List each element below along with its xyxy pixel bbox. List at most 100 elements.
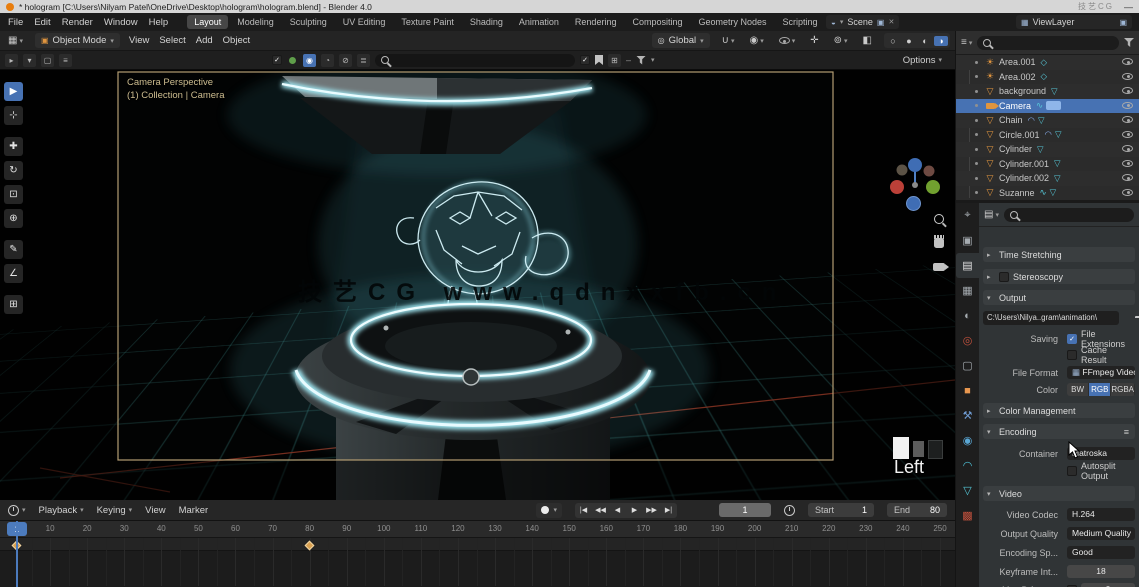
proportional-editing-toggle[interactable]: ◉▾ [746, 33, 766, 48]
timeline-ruler[interactable]: 1 10203040506070809010011012013014015016… [0, 521, 955, 538]
mode-selector[interactable]: ▣ Object Mode ▾ [35, 33, 120, 48]
outliner-row-camera[interactable]: Camera∿ [956, 99, 1139, 114]
menu-window[interactable]: Window [104, 17, 138, 28]
tool-scale[interactable]: ⊡ [4, 185, 23, 204]
viewport-menu-object[interactable]: Object [223, 35, 250, 46]
minus-icon[interactable]: – [626, 55, 631, 65]
editor-type-button[interactable]: ▦▾ [5, 33, 26, 48]
video-codec-dropdown[interactable]: H.264 [1067, 508, 1135, 521]
scene-selector[interactable]: ◒ ▾ Scene ▣ ✕ [826, 15, 899, 29]
show-overlays-toggle[interactable]: ⊚▾ [831, 33, 851, 48]
mesh-data-icon[interactable]: ▽ [1054, 158, 1061, 169]
light-data-icon[interactable]: ◇ [1041, 57, 1048, 68]
filter-checkbox[interactable]: ✓ [272, 55, 282, 65]
properties-tab-scene[interactable]: ◐ [956, 303, 979, 328]
color-mode-rgb[interactable]: RGB [1089, 383, 1111, 396]
outliner-filter-icon[interactable] [1124, 38, 1134, 47]
auto-keying-button[interactable]: ▾ [536, 503, 562, 518]
timeline-menu-playback[interactable]: Playback▾ [39, 505, 84, 516]
new-scene-icon[interactable]: ▣ [877, 18, 885, 27]
filter-button-3[interactable]: ⊘ [339, 54, 352, 67]
keyframe-diamond-frame-80[interactable] [305, 541, 315, 551]
tool-move[interactable]: ✚ [4, 137, 23, 156]
workspace-tab-compositing[interactable]: Compositing [625, 15, 689, 29]
properties-search-input[interactable] [1004, 208, 1134, 222]
shading-mode-2-icon[interactable]: ◐ [918, 36, 932, 46]
properties-tab-collection[interactable]: ▢ [956, 353, 979, 378]
shading-mode-0-icon[interactable]: ○ [886, 36, 900, 46]
transport-play-reverse-button[interactable]: ◀ [609, 506, 626, 514]
timeline-menu-view[interactable]: View [145, 505, 165, 516]
workspace-tab-texture-paint[interactable]: Texture Paint [394, 15, 461, 29]
transport-jump-start-button[interactable]: |◀ [575, 506, 592, 514]
color-mode-bw[interactable]: BW [1067, 383, 1089, 396]
workspace-tab-scripting[interactable]: Scripting [776, 15, 825, 29]
properties-tab-render[interactable]: ▣ [956, 228, 979, 253]
transform-orientation-selector[interactable]: ◎ Global ▾ [652, 33, 710, 48]
xray-toggle[interactable]: ◧ [860, 33, 875, 48]
bookmark-icon[interactable] [595, 55, 603, 65]
x-axis-ball[interactable] [890, 180, 904, 194]
transport-prev-keyframe-button[interactable]: ◀◀ [592, 506, 609, 514]
file-format-dropdown[interactable]: ▦ FFmpeg Video [1067, 366, 1135, 379]
timeline-menu-marker[interactable]: Marker [179, 505, 209, 516]
keyframe-interval-slider[interactable]: 18 [1067, 565, 1135, 578]
max-bframes-slider[interactable]: 0 [1081, 583, 1135, 587]
header-extra-button-1[interactable]: ▸ [5, 54, 18, 67]
menu-edit[interactable]: Edit [34, 17, 50, 28]
properties-tab-object[interactable]: ■ [956, 378, 979, 403]
workspace-tab-animation[interactable]: Animation [512, 15, 566, 29]
current-frame-field[interactable]: 1 [719, 503, 771, 517]
outliner-row-chain[interactable]: ▽Chain◠▽ [956, 113, 1139, 128]
properties-tab-physics[interactable]: ◠ [956, 453, 979, 478]
frame-end-field[interactable]: End 80 [887, 503, 947, 517]
tool-annotate[interactable]: ✎ [4, 240, 23, 259]
snap-toggle[interactable]: ∪▾ [719, 33, 738, 48]
visibility-eye-toggle[interactable] [1122, 72, 1133, 82]
workspace-tab-geometry-nodes[interactable]: Geometry Nodes [691, 15, 773, 29]
transport-next-keyframe-button[interactable]: ▶▶ [643, 506, 660, 514]
transport-play-button[interactable]: ▶ [626, 506, 643, 514]
new-view-layer-icon[interactable]: ▣ [1119, 18, 1127, 27]
modifier-icon[interactable]: ◠ [1028, 115, 1035, 126]
cache-result-checkbox[interactable] [1067, 350, 1077, 360]
panel-video[interactable]: ▾ Video [983, 486, 1135, 501]
visibility-eye-toggle[interactable] [1122, 57, 1133, 67]
filter-button-4[interactable]: ≣ [357, 54, 370, 67]
properties-tab-object-data[interactable]: ▽ [956, 478, 979, 503]
pedestal-knob[interactable] [463, 369, 479, 385]
properties-tab-output[interactable]: ▤ [956, 253, 979, 278]
light-data-icon[interactable]: ◇ [1041, 71, 1048, 82]
outliner-row-suzanne[interactable]: ▽Suzanne∿▽ [956, 186, 1139, 201]
viewport-menu-view[interactable]: View [129, 35, 149, 46]
menu-help[interactable]: Help [149, 17, 169, 28]
axis-ball-back-right[interactable] [924, 166, 935, 177]
outliner-row-area-002[interactable]: ☀Area.002◇ [956, 70, 1139, 85]
action-icon[interactable]: ∿ [1036, 100, 1043, 111]
viewport-search-input[interactable] [375, 54, 575, 67]
mesh-data-icon[interactable]: ▽ [1050, 187, 1057, 198]
header-extra-button-2[interactable]: ▾ [23, 54, 36, 67]
unlink-scene-icon[interactable]: ✕ [888, 18, 894, 26]
outliner-search-input[interactable] [977, 36, 1119, 50]
funnel-filter-icon[interactable] [636, 56, 646, 65]
workspace-tab-sculpting[interactable]: Sculpting [283, 15, 334, 29]
match-checkbox[interactable]: ✓ [580, 55, 590, 65]
orbit-ball[interactable] [906, 196, 921, 211]
panel-color-management[interactable]: ▸ Color Management [983, 403, 1135, 418]
playhead-line[interactable] [16, 521, 18, 587]
3d-viewport[interactable]: Camera Perspective (1) Collection | Came… [0, 70, 955, 500]
output-path-field[interactable]: C:\Users\Nilya..gram\animation\ [983, 311, 1119, 325]
visibility-eye-toggle[interactable] [1122, 115, 1133, 125]
properties-tab-tool[interactable]: ⌖ [956, 203, 979, 228]
visibility-eye-toggle[interactable] [1122, 188, 1133, 198]
shading-mode-1-icon[interactable]: ● [902, 36, 916, 46]
color-mode-rgba[interactable]: RGBA [1111, 383, 1135, 396]
properties-nav-button[interactable]: ▤▾ [984, 209, 999, 220]
outliner-row-background[interactable]: ▽background▽ [956, 84, 1139, 99]
object-visibility-dropdown[interactable]: ▾ [776, 33, 799, 48]
use-preview-range-button[interactable] [784, 505, 795, 516]
visibility-eye-toggle[interactable] [1122, 130, 1133, 140]
modifier-icon[interactable]: ◠ [1045, 129, 1052, 140]
transport-jump-end-button[interactable]: ▶| [660, 506, 677, 514]
